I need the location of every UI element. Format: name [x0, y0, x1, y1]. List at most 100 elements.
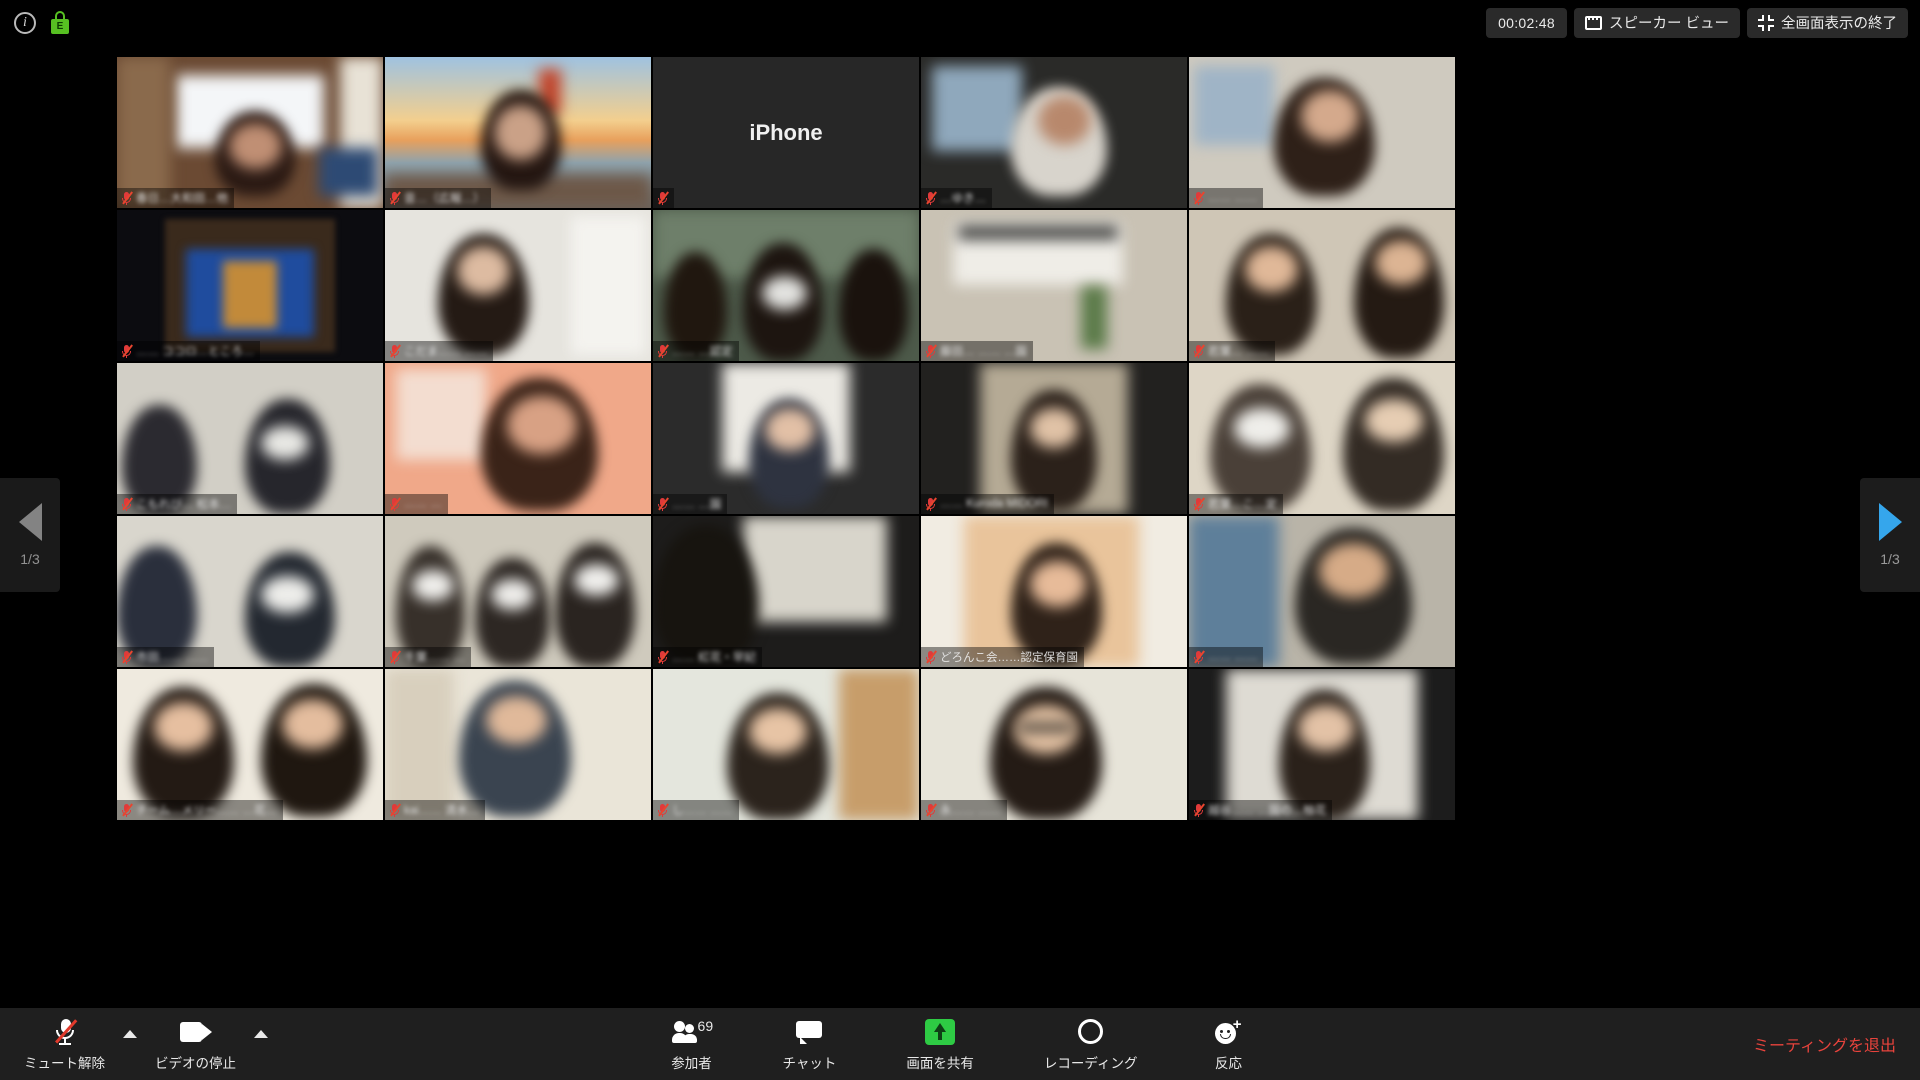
participant-tile[interactable]: し…… …… — [653, 669, 919, 820]
participant-tile[interactable]: 若葉…こ…定 — [1189, 363, 1455, 514]
share-screen-button[interactable]: 画面を共有 — [896, 1012, 984, 1076]
speaker-view-button[interactable]: スピーカー ビュー — [1573, 7, 1740, 38]
microphone-muted-icon — [121, 650, 133, 664]
participant-tile[interactable]: チーム…メリー…… …花… — [117, 669, 383, 820]
audio-options-button[interactable] — [115, 1012, 145, 1076]
participant-video — [385, 363, 651, 514]
participant-name-badge: どろんこ会……認定保育園 — [921, 647, 1084, 667]
next-page-button[interactable]: 1/3 — [1860, 478, 1920, 592]
participant-tile[interactable]: …… ココロ…ところ… — [117, 210, 383, 361]
chevron-up-icon — [123, 1030, 137, 1038]
participant-video — [385, 210, 651, 361]
participant-tile[interactable]: 永…… …… — [921, 669, 1187, 820]
microphone-muted-icon — [389, 497, 401, 511]
participant-name: し…… …… — [672, 805, 733, 817]
participant-tile[interactable]: …… …… — [1189, 57, 1455, 208]
participant-tile[interactable]: …… …園 — [653, 363, 919, 514]
participant-video — [1189, 57, 1455, 208]
leave-meeting-button[interactable]: ミーティングを退出 — [1753, 1032, 1896, 1056]
exit-fullscreen-button[interactable]: 全画面表示の終了 — [1747, 7, 1908, 38]
stop-video-label: ビデオの停止 — [155, 1055, 236, 1071]
participant-name: 音…（広報…） — [404, 193, 485, 205]
reactions-button[interactable]: + 反応 — [1197, 1012, 1259, 1076]
microphone-muted-icon — [54, 1017, 77, 1047]
participant-tile[interactable]: 音…（広報…） — [385, 57, 651, 208]
microphone-muted-icon — [121, 803, 133, 817]
microphone-muted-icon — [657, 803, 669, 817]
microphone-muted-icon — [1193, 344, 1205, 358]
participant-video — [653, 210, 919, 361]
top-bar: i E 00:02:48 スピーカー ビュー 全画面表示の終了 — [0, 0, 1920, 45]
participant-tile[interactable]: …… …… — [1189, 516, 1455, 667]
participant-tile[interactable]: 市田…… …… — [117, 516, 383, 667]
video-options-button[interactable] — [246, 1012, 276, 1076]
participant-tile[interactable]: 藤田… …… …園 — [921, 210, 1187, 361]
participant-name-badge: 藤田… …… …園 — [921, 341, 1033, 361]
chevron-up-icon — [254, 1030, 268, 1038]
microphone-muted-icon — [657, 650, 669, 664]
participant-tile[interactable]: …… …認定 — [653, 210, 919, 361]
info-icon[interactable]: i — [14, 11, 36, 34]
participant-video — [385, 57, 651, 208]
participant-tile[interactable]: …… … — [385, 363, 651, 514]
previous-page-button[interactable]: 1/3 — [0, 478, 60, 592]
next-page-label: 1/3 — [1880, 551, 1900, 567]
participant-tile[interactable]: iPhone — [653, 57, 919, 208]
participant-name-badge: 市田…… …… — [117, 647, 215, 667]
participant-name: …… … — [404, 498, 442, 510]
participants-button[interactable]: 69 参加者 — [661, 1012, 723, 1076]
participant-name: 若葉…こ…定 — [1208, 499, 1277, 511]
previous-page-label: 1/3 — [20, 551, 40, 567]
participant-tile[interactable]: 越谷…… …園の…柚花 — [1189, 669, 1455, 820]
participant-video — [385, 669, 651, 820]
participant-tile[interactable]: …… 紅花・早妃 — [653, 516, 919, 667]
microphone-muted-icon — [1193, 803, 1205, 817]
participant-name-badge: …… Kuroda MIDORI — [921, 494, 1054, 514]
reactions-label: 反応 — [1214, 1055, 1242, 1071]
participant-tile[interactable]: どろんこ会……認定保育園 — [921, 516, 1187, 667]
participant-name-badge: …… ココロ…ところ… — [117, 341, 261, 361]
participant-placeholder-name: iPhone — [749, 119, 823, 145]
microphone-muted-icon — [657, 191, 669, 205]
participant-video — [1189, 210, 1455, 361]
participant-tile[interactable]: 春日…大和田…他 — [117, 57, 383, 208]
participant-video — [117, 516, 383, 667]
participant-tile[interactable]: こもれび… 松本… — [117, 363, 383, 514]
participant-name-badge: 春日…大和田…他 — [117, 188, 234, 208]
unmute-button[interactable]: ミュート解除 — [14, 1012, 115, 1076]
participant-name: kai…… 清水… — [404, 805, 480, 817]
participant-name-badge: …… …… — [1189, 647, 1264, 667]
microphone-muted-icon — [925, 650, 937, 664]
microphone-muted-icon — [1193, 497, 1205, 511]
participant-name: …… …園 — [672, 499, 722, 511]
zoom-meeting-window: i E 00:02:48 スピーカー ビュー 全画面表示の終了 春日…大和田…他… — [0, 0, 1920, 1080]
speaker-view-icon — [1584, 15, 1602, 30]
microphone-muted-icon — [1193, 650, 1205, 664]
participant-name-badge: チーム…メリー…… …花… — [117, 800, 283, 820]
participant-video — [1189, 669, 1455, 820]
participant-name: 永…… …… — [940, 805, 1001, 817]
participant-tile[interactable]: 千葉…… … — [385, 516, 651, 667]
chat-button[interactable]: チャット — [773, 1012, 847, 1076]
microphone-muted-icon — [389, 344, 401, 358]
microphone-muted-icon — [657, 344, 669, 358]
share-screen-icon — [925, 1017, 956, 1047]
participant-tile[interactable]: …ゆき… — [921, 57, 1187, 208]
encryption-lock-icon[interactable]: E — [50, 10, 70, 35]
participant-name-badge: …… …… — [1189, 188, 1264, 208]
participant-name-badge: 永…… …… — [921, 800, 1007, 820]
participant-name-badge: …… 紅花・早妃 — [653, 647, 762, 667]
participant-tile[interactable]: kai…… 清水… — [385, 669, 651, 820]
record-button[interactable]: レコーディング — [1034, 1012, 1148, 1076]
participant-name: …ゆき… — [940, 193, 986, 205]
participant-name-badge: 若葉… …… — [1189, 341, 1275, 361]
participant-video — [921, 669, 1187, 820]
top-bar-left: i E — [0, 10, 70, 35]
participant-tile[interactable]: …… Kuroda MIDORI — [921, 363, 1187, 514]
microphone-muted-icon — [121, 191, 133, 205]
stop-video-button[interactable]: ビデオの停止 — [145, 1012, 246, 1076]
participant-tile[interactable]: こだま…… …… — [385, 210, 651, 361]
participant-name-badge: …… …園 — [653, 494, 728, 514]
microphone-muted-icon — [657, 497, 669, 511]
participant-tile[interactable]: 若葉… …… — [1189, 210, 1455, 361]
